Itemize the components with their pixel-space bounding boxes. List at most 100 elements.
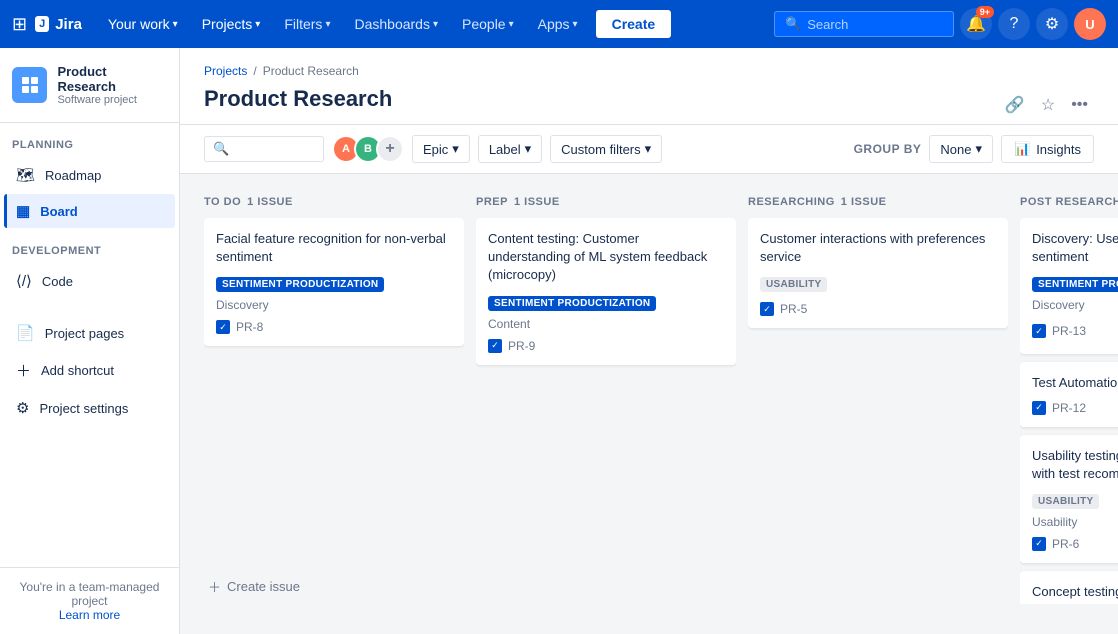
chevron-down-icon: ▾ (433, 19, 438, 30)
search-box[interactable]: 🔍 (774, 11, 954, 37)
column-researching-cards: Customer interactions with preferences s… (748, 218, 1008, 604)
sidebar-footer: You're in a team-managed project Learn m… (0, 567, 179, 634)
logo[interactable]: J Jira (35, 16, 82, 33)
page-title-row: Product Research 🔗 ☆ ••• (204, 86, 1094, 124)
column-todo: TO DO 1 ISSUE Facial feature recognition… (204, 190, 464, 604)
card-pr13[interactable]: Discovery: User needs for ML-generated s… (1020, 218, 1118, 354)
label-label: Label (489, 142, 521, 157)
create-issue-button[interactable]: ＋ Create issue (204, 569, 464, 604)
filters-nav[interactable]: Filters ▾ (274, 12, 340, 36)
board-icon: ▦ (16, 202, 30, 220)
create-issue-label: Create issue (227, 579, 300, 594)
column-prep-cards: Content testing: Customer understanding … (476, 218, 736, 604)
code-icon: ⟨/⟩ (16, 272, 32, 290)
card-pr10[interactable]: Concept testing: User trust of ML-genera… (1020, 571, 1118, 604)
project-name: Product Research (57, 64, 167, 94)
dashboards-nav[interactable]: Dashboards ▾ (344, 12, 448, 36)
card-pr13-footer: ✓ PR-13 KT (1032, 320, 1118, 342)
task-icon: ✓ (1032, 324, 1046, 338)
main-content: Projects / Product Research Product Rese… (180, 48, 1118, 634)
team-managed-text: You're in a team-managed project (12, 580, 167, 608)
sidebar-item-board[interactable]: ▦ Board (4, 194, 175, 228)
card-pr6[interactable]: Usability testing: Customer interactions… (1020, 435, 1118, 563)
card-pr6-tag: Usability (1032, 494, 1099, 509)
task-icon: ✓ (488, 339, 502, 353)
column-prep: PREP 1 ISSUE Content testing: Customer u… (476, 190, 736, 604)
people-nav[interactable]: People ▾ (452, 12, 524, 36)
board-search-bar[interactable]: 🔍 (204, 136, 324, 162)
grid-icon[interactable]: ⊞ (12, 14, 27, 35)
settings-button[interactable]: ⚙ (1036, 8, 1068, 40)
card-pr9[interactable]: Content testing: Customer understanding … (476, 218, 736, 365)
sidebar-add-shortcut-label: Add shortcut (41, 363, 114, 378)
column-prep-header: PREP 1 ISSUE (476, 190, 736, 218)
help-button[interactable]: ? (998, 8, 1030, 40)
card-pr5-title: Customer interactions with preferences s… (760, 230, 996, 266)
card-pr12-title: Test Automation Rule (1032, 374, 1118, 392)
breadcrumb-projects[interactable]: Projects (204, 64, 247, 78)
notification-badge: 9+ (976, 6, 994, 18)
epic-filter-button[interactable]: Epic ▾ (412, 135, 470, 163)
sidebar-item-roadmap[interactable]: 🗺 Roadmap (4, 158, 175, 192)
projects-nav[interactable]: Projects ▾ (192, 12, 271, 36)
search-input[interactable] (807, 17, 943, 32)
project-info: Product Research Software project (57, 64, 167, 106)
avatar-group: A B + (332, 135, 404, 163)
column-post-research-header: POST RESEARCH 4 ISSUES (1020, 190, 1118, 218)
page-title: Product Research (204, 86, 392, 124)
none-label: None (940, 142, 971, 157)
card-pr13-title: Discovery: User needs for ML-generated s… (1032, 230, 1118, 266)
star-icon-button[interactable]: ☆ (1035, 91, 1061, 119)
column-post-research-cards: Discovery: User needs for ML-generated s… (1020, 218, 1118, 604)
sidebar-item-project-settings[interactable]: ⚙ Project settings (4, 391, 175, 425)
sidebar-board-label: Board (40, 204, 78, 219)
column-todo-header: TO DO 1 ISSUE (204, 190, 464, 218)
card-pr5-tag: Usability (760, 277, 827, 292)
project-type: Software project (57, 94, 167, 106)
sidebar-item-code[interactable]: ⟨/⟩ Code (4, 264, 175, 298)
board-search-input[interactable] (235, 142, 315, 157)
your-work-nav[interactable]: Your work ▾ (98, 12, 188, 36)
card-pr6-type: Usability (1032, 515, 1118, 529)
top-nav-right: 🔍 🔔 9+ ? ⚙ U (774, 8, 1106, 40)
chevron-down-icon: ▾ (325, 19, 330, 30)
card-pr8[interactable]: Facial feature recognition for non-verba… (204, 218, 464, 346)
card-pr12[interactable]: Test Automation Rule ✓ PR-12 (1020, 362, 1118, 426)
apps-nav[interactable]: Apps ▾ (528, 12, 588, 36)
column-post-research: POST RESEARCH 4 ISSUES Discovery: User n… (1020, 190, 1118, 604)
logo-text: Jira (55, 16, 82, 33)
card-pr6-footer: ✓ PR-6 (1032, 537, 1118, 551)
sidebar-item-add-shortcut[interactable]: ＋ Add shortcut (4, 352, 175, 389)
card-pr5[interactable]: Customer interactions with preferences s… (748, 218, 1008, 328)
add-user-avatar[interactable]: + (376, 135, 404, 163)
user-avatar[interactable]: U (1074, 8, 1106, 40)
column-prep-count: 1 ISSUE (514, 196, 560, 208)
chevron-down-icon: ▾ (173, 19, 178, 30)
card-pr5-footer: ✓ PR-5 (760, 302, 996, 316)
add-shortcut-icon: ＋ (16, 360, 31, 381)
card-pr9-tag: SENTIMENT PRODUCTIZATION (488, 296, 656, 311)
sidebar-project-settings-label: Project settings (39, 401, 128, 416)
create-button[interactable]: Create (596, 10, 672, 38)
search-icon: 🔍 (213, 141, 229, 157)
card-pr6-id: PR-6 (1052, 537, 1079, 551)
group-by-none-button[interactable]: None ▾ (929, 135, 993, 163)
column-researching: RESEARCHING 1 ISSUE Customer interaction… (748, 190, 1008, 604)
chevron-down-icon: ▾ (645, 141, 652, 157)
learn-more-link[interactable]: Learn more (59, 608, 120, 622)
sidebar-item-project-pages[interactable]: 📄 Project pages (4, 316, 175, 350)
custom-filters-button[interactable]: Custom filters ▾ (550, 135, 662, 163)
link-icon-button[interactable]: 🔗 (999, 91, 1031, 119)
label-filter-button[interactable]: Label ▾ (478, 135, 542, 163)
more-options-button[interactable]: ••• (1065, 91, 1094, 119)
column-researching-header: RESEARCHING 1 ISSUE (748, 190, 1008, 218)
notifications-button[interactable]: 🔔 9+ (960, 8, 992, 40)
breadcrumb-current: Product Research (263, 64, 359, 78)
settings-icon: ⚙ (16, 399, 29, 417)
insights-button[interactable]: 📊 Insights (1001, 135, 1094, 163)
sidebar-project-header: Product Research Software project (0, 48, 179, 123)
chart-icon: 📊 (1014, 141, 1030, 157)
column-post-research-title: POST RESEARCH (1020, 196, 1118, 208)
card-pr5-id: PR-5 (780, 302, 807, 316)
card-pr13-type: Discovery (1032, 298, 1118, 312)
